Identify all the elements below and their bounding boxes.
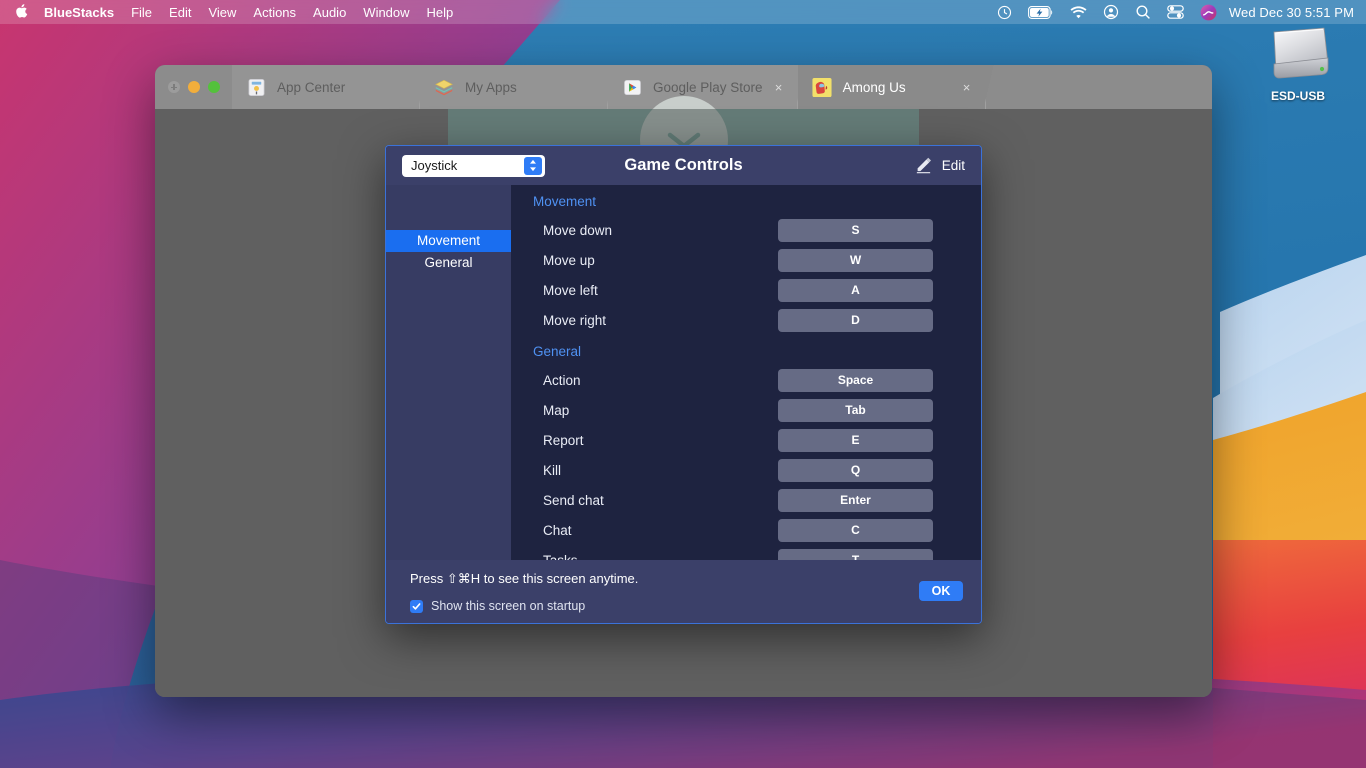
tab-slant [983,65,994,109]
control-center-icon[interactable] [1167,5,1184,19]
menu-item-file[interactable]: File [131,5,152,20]
my-apps-icon [434,77,454,97]
control-row: Kill Q [511,455,981,485]
edit-label: Edit [941,158,965,173]
among-us-icon [812,77,832,97]
control-key-button[interactable]: Q [778,458,933,482]
tab-my-apps[interactable]: My Apps [420,65,616,109]
control-name: Move down [543,222,613,238]
control-row: Move up W [511,245,981,275]
pencil-edit-icon [914,155,933,177]
section-title-general: General [533,344,582,359]
dialog-sidebar: Movement General [386,185,511,560]
checkmark-icon [412,602,421,610]
window-minimize-button[interactable] [188,81,200,93]
menu-item-actions[interactable]: Actions [253,5,296,20]
control-row: Send chat Enter [511,485,981,515]
tab-close-icon[interactable]: × [773,80,785,95]
search-icon[interactable] [1135,4,1151,20]
tab-label: Google Play Store [653,79,763,95]
sidebar-item-movement[interactable]: Movement [386,230,511,252]
control-key-button[interactable]: Space [778,368,933,392]
window-close-button[interactable] [168,81,180,93]
control-row: Move right D [511,305,981,335]
tab-label: My Apps [465,79,517,95]
dialog-main: Movement General Movement Move down S Mo… [386,185,981,560]
tab-label: App Center [277,79,346,95]
tab-close-icon[interactable]: × [961,80,973,95]
control-key-button[interactable]: C [778,518,933,542]
dialog-header: Joystick Game Controls Edit [386,146,981,185]
external-drive-icon [1273,27,1329,79]
control-row: Move down S [511,215,981,245]
profile-select-value: Joystick [411,158,458,173]
control-key-button[interactable]: D [778,308,933,332]
edit-button[interactable]: Edit [914,155,965,177]
app-center-icon [246,77,266,97]
control-row: Chat C [511,515,981,545]
tab-app-center[interactable]: App Center [232,65,428,109]
tab-among-us[interactable]: Among Us × [797,65,994,109]
control-name: Move left [543,282,598,298]
menu-item-view[interactable]: View [208,5,236,20]
wifi-icon[interactable] [1070,5,1087,19]
control-key-button[interactable]: E [778,428,933,452]
window-maximize-button[interactable] [208,81,220,93]
control-name: Move right [543,312,607,328]
control-name: Chat [543,522,572,538]
user-account-icon[interactable] [1103,4,1119,20]
sidebar-item-general[interactable]: General [386,252,511,274]
siri-icon[interactable] [1200,4,1217,21]
apple-logo-icon[interactable] [14,3,28,19]
menu-item-edit[interactable]: Edit [169,5,191,20]
show-on-startup-checkbox[interactable] [410,599,423,613]
battery-charging-icon[interactable] [1027,5,1054,19]
menubar-status-icons [997,4,1217,21]
control-name: Kill [543,462,562,478]
control-name: Map [543,402,570,418]
control-name: Tasks [543,552,578,561]
control-key-button[interactable]: W [778,248,933,272]
menu-item-help[interactable]: Help [427,5,454,20]
control-key-button[interactable]: S [778,218,933,242]
control-name: Send chat [543,492,604,508]
ok-button[interactable]: OK [919,581,963,601]
control-row: Move left A [511,275,981,305]
control-name: Report [543,432,584,448]
up-down-stepper-icon[interactable] [524,156,542,175]
dialog-footer: Press ⇧⌘H to see this screen anytime. Sh… [386,560,981,623]
dialog-content[interactable]: Movement Move down S Move up W Move left… [511,185,981,560]
window-traffic-lights [155,65,232,109]
menu-item-window[interactable]: Window [363,5,409,20]
clock-icon[interactable] [997,5,1012,20]
section-title-movement: Movement [533,194,597,209]
menu-item-bluestacks[interactable]: BlueStacks [44,5,114,20]
control-name: Move up [543,252,595,268]
show-on-startup-label: Show this screen on startup [431,599,586,613]
menu-item-audio[interactable]: Audio [313,5,346,20]
game-controls-dialog: Joystick Game Controls Edit Movement Gen… [385,145,982,624]
control-name: Action [543,372,581,388]
control-row: Tasks T [511,545,981,560]
profile-select[interactable]: Joystick [402,154,545,177]
desktop-icon-label: ESD-USB [1270,89,1325,103]
tab-label: Among Us [842,79,906,95]
control-row: Report E [511,425,981,455]
control-key-button[interactable]: A [778,278,933,302]
desktop-icon-esd-usb[interactable]: ESD-USB [1248,24,1348,103]
shortcut-hint: Press ⇧⌘H to see this screen anytime. [410,571,639,586]
control-key-button[interactable]: Tab [778,398,933,422]
menubar-clock[interactable]: Wed Dec 30 5:51 PM [1229,5,1354,20]
google-play-icon [622,77,642,97]
control-row: Action Space [511,365,981,395]
control-key-button[interactable]: Enter [778,488,933,512]
macos-menubar: BlueStacks File Edit View Actions Audio … [0,0,1366,24]
control-row: Map Tab [511,395,981,425]
show-on-startup-row[interactable]: Show this screen on startup [410,599,965,613]
control-key-button[interactable]: T [778,548,933,560]
